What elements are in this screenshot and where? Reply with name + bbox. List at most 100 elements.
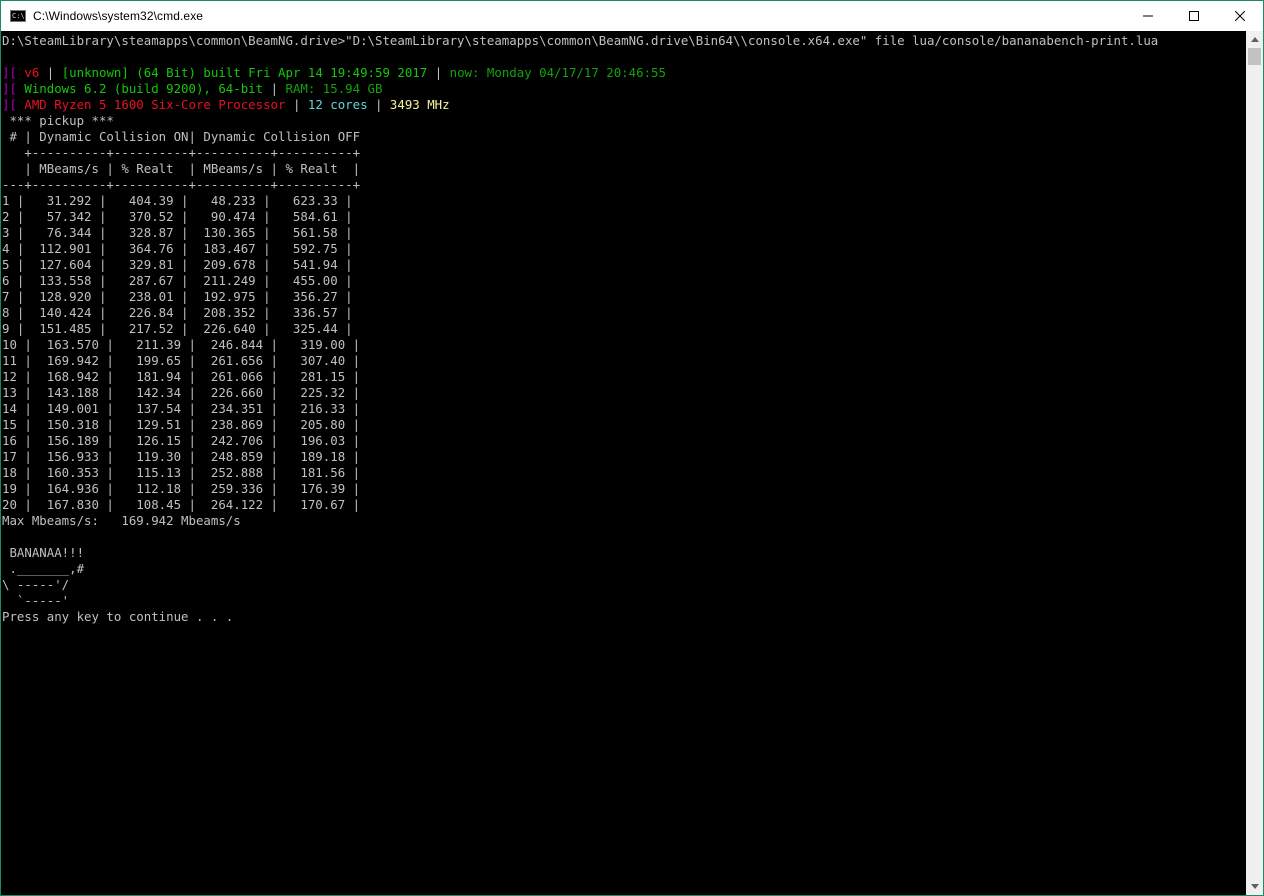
- console-text: 12 cores: [307, 97, 375, 112]
- console-text: ][: [2, 81, 17, 96]
- console-text: ._______,#: [2, 561, 85, 576]
- console-text: 10 | 163.570 | 211.39 | 246.844 | 319.00…: [2, 337, 361, 352]
- console-text: | MBeams/s | % Realt | MBeams/s | % Real…: [2, 161, 361, 176]
- close-icon: [1235, 11, 1245, 21]
- console-output[interactable]: D:\SteamLibrary\steamapps\common\BeamNG.…: [1, 31, 1246, 895]
- title-bar[interactable]: C:\ C:\Windows\system32\cmd.exe: [1, 1, 1263, 31]
- console-line: 18 | 160.353 | 115.13 | 252.888 | 181.56…: [2, 465, 360, 481]
- console-line: Press any key to continue . . .: [2, 609, 233, 625]
- console-text: 15 | 150.318 | 129.51 | 238.869 | 205.80…: [2, 417, 361, 432]
- close-button[interactable]: [1217, 1, 1263, 31]
- console-text: # | Dynamic Collision ON| Dynamic Collis…: [2, 129, 361, 144]
- console-line: ][ Windows 6.2 (build 9200), 64-bit | RA…: [2, 81, 382, 97]
- console-line: 12 | 168.942 | 181.94 | 261.066 | 281.15…: [2, 369, 360, 385]
- console-line: 11 | 169.942 | 199.65 | 261.656 | 307.40…: [2, 353, 360, 369]
- console-text: |: [434, 65, 450, 80]
- console-text: |: [270, 81, 286, 96]
- console-line: 15 | 150.318 | 129.51 | 238.869 | 205.80…: [2, 417, 360, 433]
- console-text: 14 | 149.001 | 137.54 | 234.351 | 216.33…: [2, 401, 361, 416]
- console-text: |: [292, 97, 308, 112]
- console-text: 18 | 160.353 | 115.13 | 252.888 | 181.56…: [2, 465, 361, 480]
- console-line: 8 | 140.424 | 226.84 | 208.352 | 336.57 …: [2, 305, 353, 321]
- console-text: Windows 6.2 (build 9200), 64-bit: [16, 81, 271, 96]
- console-text: \ -----'/: [2, 577, 70, 592]
- console-text: 4 | 112.901 | 364.76 | 183.467 | 592.75 …: [2, 241, 353, 256]
- console-line: ---+----------+----------+----------+---…: [2, 177, 360, 193]
- console-text: |: [46, 65, 62, 80]
- console-line: 16 | 156.189 | 126.15 | 242.706 | 196.03…: [2, 433, 360, 449]
- console-text: |: [375, 97, 390, 112]
- console-text: 6 | 133.558 | 287.67 | 211.249 | 455.00 …: [2, 273, 353, 288]
- console-line: 6 | 133.558 | 287.67 | 211.249 | 455.00 …: [2, 273, 353, 289]
- console-text: +----------+----------+----------+------…: [2, 145, 361, 160]
- console-line: ._______,#: [2, 561, 84, 577]
- console-line: 10 | 163.570 | 211.39 | 246.844 | 319.00…: [2, 337, 360, 353]
- console-line: BANANAA!!!: [2, 545, 84, 561]
- console-line: 4 | 112.901 | 364.76 | 183.467 | 592.75 …: [2, 241, 353, 257]
- vertical-scrollbar[interactable]: [1246, 31, 1263, 895]
- console-text: `-----': [2, 593, 70, 608]
- console-text: ---+----------+----------+----------+---…: [2, 177, 361, 192]
- console-line: 19 | 164.936 | 112.18 | 259.336 | 176.39…: [2, 481, 360, 497]
- console-text: 8 | 140.424 | 226.84 | 208.352 | 336.57 …: [2, 305, 353, 320]
- console-line: D:\SteamLibrary\steamapps\common\BeamNG.…: [2, 33, 1158, 49]
- console-text: 5 | 127.604 | 329.81 | 209.678 | 541.94 …: [2, 257, 353, 272]
- minimize-icon: [1143, 15, 1153, 17]
- console-text: AMD Ryzen 5 1600 Six-Core Processor: [16, 97, 293, 112]
- console-line: 7 | 128.920 | 238.01 | 192.975 | 356.27 …: [2, 289, 353, 305]
- console-line: *** pickup ***: [2, 113, 114, 129]
- console-line: ][ AMD Ryzen 5 1600 Six-Core Processor |…: [2, 97, 450, 113]
- console-text: ][: [2, 65, 17, 80]
- console-text: 9 | 151.485 | 217.52 | 226.640 | 325.44 …: [2, 321, 353, 336]
- console-line: 2 | 57.342 | 370.52 | 90.474 | 584.61 |: [2, 209, 353, 225]
- scroll-down-button[interactable]: [1246, 878, 1263, 895]
- console-line: `-----': [2, 593, 69, 609]
- console-line: 9 | 151.485 | 217.52 | 226.640 | 325.44 …: [2, 321, 353, 337]
- console-text: 12 | 168.942 | 181.94 | 261.066 | 281.15…: [2, 369, 361, 384]
- console-text: 7 | 128.920 | 238.01 | 192.975 | 356.27 …: [2, 289, 353, 304]
- console-line: +----------+----------+----------+------…: [2, 145, 360, 161]
- console-text: 2 | 57.342 | 370.52 | 90.474 | 584.61 |: [2, 209, 353, 224]
- console-line: # | Dynamic Collision ON| Dynamic Collis…: [2, 129, 360, 145]
- console-text: BANANAA!!!: [2, 545, 85, 560]
- console-text: 1 | 31.292 | 404.39 | 48.233 | 623.33 |: [2, 193, 353, 208]
- cmd-window: C:\ C:\Windows\system32\cmd.exe D:\Steam…: [0, 0, 1264, 896]
- console-line: 1 | 31.292 | 404.39 | 48.233 | 623.33 |: [2, 193, 353, 209]
- console-text: 13 | 143.188 | 142.34 | 226.660 | 225.32…: [2, 385, 361, 400]
- console-line: ][ v6 | [unknown] (64 Bit) built Fri Apr…: [2, 65, 666, 81]
- console-line: 17 | 156.933 | 119.30 | 248.859 | 189.18…: [2, 449, 360, 465]
- console-text: Max Mbeams/s: 169.942 Mbeams/s: [2, 513, 241, 528]
- console-text: 16 | 156.189 | 126.15 | 242.706 | 196.03…: [2, 433, 361, 448]
- console-text: v6: [16, 65, 47, 80]
- scroll-up-button[interactable]: [1246, 31, 1263, 48]
- console-line: 13 | 143.188 | 142.34 | 226.660 | 225.32…: [2, 385, 360, 401]
- console-line: 14 | 149.001 | 137.54 | 234.351 | 216.33…: [2, 401, 360, 417]
- console-text: D:\SteamLibrary\steamapps\common\BeamNG.…: [2, 33, 1159, 48]
- minimize-button[interactable]: [1125, 1, 1171, 31]
- console-text: Press any key to continue . . .: [2, 609, 234, 624]
- scrollbar-thumb[interactable]: [1248, 48, 1261, 65]
- console-text: RAM: 15.94 GB: [285, 81, 383, 96]
- console-text: ][: [2, 97, 17, 112]
- console-line: 20 | 167.830 | 108.45 | 264.122 | 170.67…: [2, 497, 360, 513]
- maximize-button[interactable]: [1171, 1, 1217, 31]
- console-text: 17 | 156.933 | 119.30 | 248.859 | 189.18…: [2, 449, 361, 464]
- console-line: | MBeams/s | % Realt | MBeams/s | % Real…: [2, 161, 360, 177]
- cmd-icon: C:\: [10, 10, 26, 22]
- console-line: Max Mbeams/s: 169.942 Mbeams/s: [2, 513, 241, 529]
- console-line: 5 | 127.604 | 329.81 | 209.678 | 541.94 …: [2, 257, 353, 273]
- window-title: C:\Windows\system32\cmd.exe: [33, 9, 204, 23]
- console-text: 11 | 169.942 | 199.65 | 261.656 | 307.40…: [2, 353, 361, 368]
- console-text: *** pickup ***: [2, 113, 114, 128]
- console-text: 3493 MHz: [389, 97, 450, 112]
- console-text: 3 | 76.344 | 328.87 | 130.365 | 561.58 |: [2, 225, 353, 240]
- console-line: 3 | 76.344 | 328.87 | 130.365 | 561.58 |: [2, 225, 353, 241]
- console-text: 19 | 164.936 | 112.18 | 259.336 | 176.39…: [2, 481, 361, 496]
- console-text: 20 | 167.830 | 108.45 | 264.122 | 170.67…: [2, 497, 361, 512]
- cmd-icon-text: C:\: [12, 12, 25, 20]
- console-line: \ -----'/: [2, 577, 69, 593]
- chevron-down-icon: [1250, 884, 1259, 889]
- console-text: now: Monday 04/17/17 20:46:55: [449, 65, 666, 80]
- chevron-up-icon: [1250, 37, 1259, 42]
- console-text: [unknown] (64 Bit) built Fri Apr 14 19:4…: [61, 65, 435, 80]
